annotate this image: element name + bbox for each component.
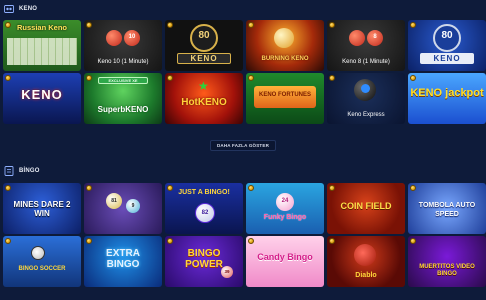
game-tile-coin-field[interactable]: COIN FIELD xyxy=(327,183,405,234)
game-tile-keno-express[interactable]: Keno Express xyxy=(327,73,405,124)
game-tile-candy-bingo[interactable]: Candy Bingo xyxy=(246,236,324,287)
game-tile-bingo-ball[interactable]: 81 9 xyxy=(84,183,162,234)
game-tile-80-keno-blue[interactable]: 80 KENO xyxy=(408,20,486,71)
tile-caption: Keno 10 (1 Minute) xyxy=(97,59,149,65)
keno-board xyxy=(7,38,77,65)
coin-icon xyxy=(5,238,11,244)
ball-icon xyxy=(274,28,294,48)
game-tile-just-a-bingo[interactable]: JUST A BINGO! 82 xyxy=(165,183,243,234)
game-tile-keno-8[interactable]: 8 Keno 8 (1 Minute) xyxy=(327,20,405,71)
bingo-icon xyxy=(4,166,14,176)
keno-icon xyxy=(4,4,14,14)
ball-icon xyxy=(106,30,122,46)
tile-title: KENO xyxy=(21,87,63,102)
coin-icon xyxy=(86,22,92,28)
tile-title: KENO jackpot xyxy=(410,87,484,99)
show-more-button[interactable]: DAHA FAZLA GÖSTER xyxy=(210,140,276,151)
tile-title: Russian Keno xyxy=(16,23,67,32)
tile-title: TOMBOLA AUTO SPEED xyxy=(418,202,476,218)
coin-icon xyxy=(410,75,416,81)
coin-icon xyxy=(5,75,11,81)
game-tile-extra-bingo[interactable]: EXTRA BINGO xyxy=(84,236,162,287)
game-tile-burning-keno[interactable]: BURNING KENO xyxy=(246,20,324,71)
tile-caption: Keno 8 (1 Minute) xyxy=(342,59,390,65)
coin-icon xyxy=(248,185,254,191)
game-tile-bingo-power[interactable]: BINGO POWER 39 xyxy=(165,236,243,287)
keno-banner-text: KENO xyxy=(433,54,461,63)
coin-icon xyxy=(167,22,173,28)
soccer-ball-icon xyxy=(31,246,45,260)
coin-icon xyxy=(86,185,92,191)
ball-number: 8 xyxy=(373,34,377,40)
bingo-section-title: BİNGO xyxy=(19,168,40,174)
ball-number: 9 xyxy=(131,203,135,209)
ball-number: 82 xyxy=(201,210,209,216)
tile-title: BINGO SOCCER xyxy=(18,266,66,272)
game-tile-keno-10[interactable]: 10 Keno 10 (1 Minute) xyxy=(84,20,162,71)
bingo-game-grid: MINES DARE 2 WIN 81 9 JUST A BINGO! 82 2… xyxy=(3,183,486,287)
bingo-section-header: BİNGO xyxy=(4,164,40,178)
ball-icon xyxy=(361,84,370,93)
devil-face-icon xyxy=(354,244,376,266)
ball-number: 10 xyxy=(128,34,136,40)
logo-number: 80 xyxy=(441,30,453,41)
game-tile-superb-keno[interactable]: EXCLUSIVE XE SuperbKENO xyxy=(84,73,162,124)
star-icon: ★ xyxy=(198,79,209,93)
ball-icon xyxy=(349,30,365,46)
coin-icon xyxy=(329,238,335,244)
game-tile-tombola-auto-speed[interactable]: TOMBOLA AUTO SPEED xyxy=(408,183,486,234)
coin-icon xyxy=(86,238,92,244)
tile-title: Diablo xyxy=(355,272,377,279)
tile-caption: Keno Express xyxy=(347,112,385,118)
coin-icon xyxy=(329,75,335,81)
tile-title: JUST A BINGO! xyxy=(178,189,230,196)
tile-title: BURNING KENO xyxy=(261,56,309,62)
tile-title: MUERTITOS VIDEO BINGO xyxy=(419,264,475,277)
logo-number: 80 xyxy=(198,30,210,41)
coin-icon xyxy=(410,185,416,191)
keno-game-grid: Russian Keno 10 Keno 10 (1 Minute) 80 KE… xyxy=(3,20,486,124)
coin-icon xyxy=(86,75,92,81)
coin-icon xyxy=(5,185,11,191)
ball-number: 81 xyxy=(111,198,117,204)
coin-icon xyxy=(329,185,335,191)
tile-title: Funky Bingo xyxy=(263,214,307,221)
tile-title: SuperbKENO xyxy=(97,105,149,114)
tile-title: BINGO POWER xyxy=(185,248,223,270)
game-tile-funky-bingo[interactable]: 24 Funky Bingo xyxy=(246,183,324,234)
ball-number: 24 xyxy=(281,198,289,204)
keno-section-header: KENO xyxy=(4,2,37,16)
tile-title: EXTRA BINGO xyxy=(106,248,140,270)
game-tile-keno-fortunes[interactable]: KENO FORTUNES xyxy=(246,73,324,124)
coin-icon xyxy=(410,22,416,28)
exclusive-ribbon: EXCLUSIVE XE xyxy=(98,77,148,84)
tile-title: HotKENO xyxy=(181,97,227,108)
tile-title: COIN FIELD xyxy=(340,201,392,211)
keno-section-title: KENO xyxy=(19,6,38,12)
game-tile-muertitos-video-bingo[interactable]: MUERTITOS VIDEO BINGO xyxy=(408,236,486,287)
game-tile-80-keno[interactable]: 80 KENO xyxy=(165,20,243,71)
tile-title: MINES DARE 2 WIN xyxy=(13,200,71,218)
game-tile-hot-keno[interactable]: ★ HotKENO xyxy=(165,73,243,124)
coin-icon xyxy=(248,22,254,28)
coin-icon xyxy=(248,75,254,81)
coin-icon xyxy=(329,22,335,28)
game-tile-diablo[interactable]: Diablo xyxy=(327,236,405,287)
coin-icon xyxy=(167,238,173,244)
tile-title: Candy Bingo xyxy=(257,252,313,262)
game-tile-bingo-soccer[interactable]: BINGO SOCCER xyxy=(3,236,81,287)
keno-banner-text: KENO xyxy=(190,54,218,63)
coin-icon xyxy=(410,238,416,244)
tile-title: KENO FORTUNES xyxy=(258,92,311,98)
coin-icon xyxy=(167,75,173,81)
coin-icon xyxy=(248,238,254,244)
coin-icon xyxy=(167,185,173,191)
game-tile-russian-keno[interactable]: Russian Keno xyxy=(3,20,81,71)
coin-icon xyxy=(5,22,11,28)
game-tile-mines[interactable]: MINES DARE 2 WIN xyxy=(3,183,81,234)
game-tile-keno-jackpot[interactable]: KENO jackpot xyxy=(408,73,486,124)
game-tile-keno-neon[interactable]: KENO xyxy=(3,73,81,124)
